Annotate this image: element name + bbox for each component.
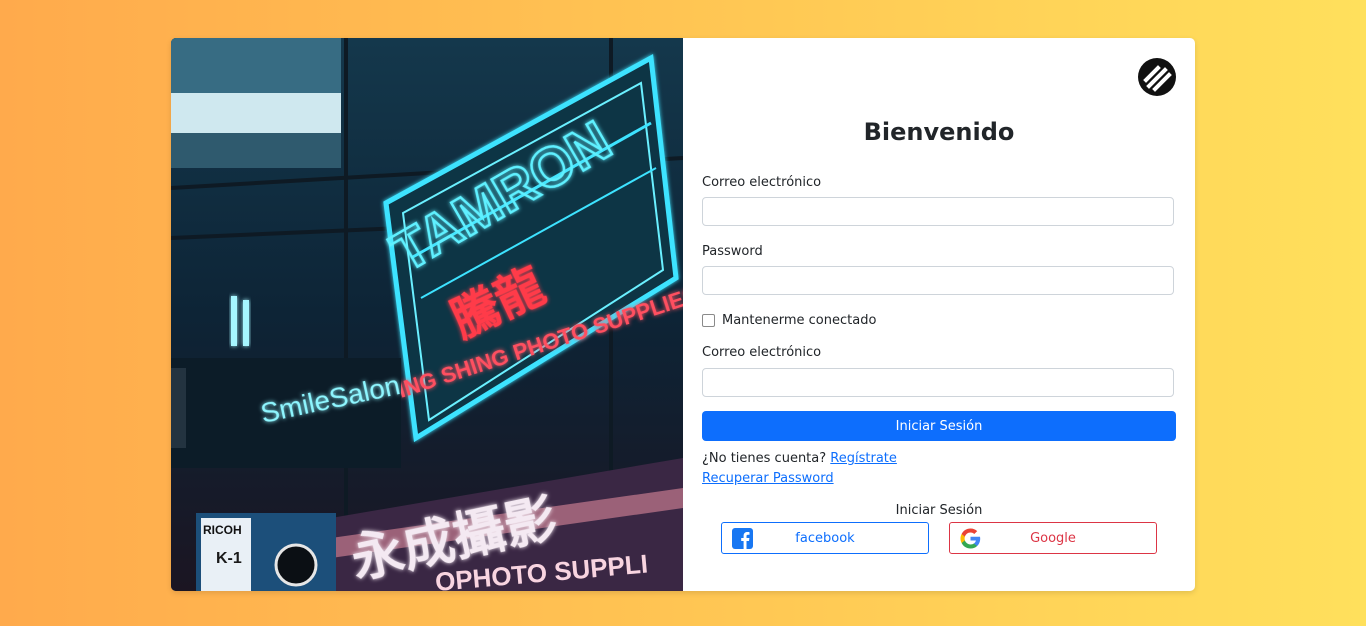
login-form: Bienvenido Correo electrónico Password M… bbox=[683, 38, 1195, 591]
recover-password-link[interactable]: Recuperar Password bbox=[702, 471, 834, 486]
sign-ricoh: RICOH bbox=[203, 523, 242, 537]
hero-image: TAMRON 騰龍 ING SHING PHOTO SUPPLIES Smile… bbox=[171, 38, 683, 591]
password-field[interactable] bbox=[702, 266, 1174, 295]
facebook-icon bbox=[732, 527, 753, 549]
facebook-label: facebook bbox=[795, 530, 855, 546]
page-title: Bienvenido bbox=[863, 118, 1015, 146]
email-label: Correo electrónico bbox=[702, 175, 822, 190]
register-link[interactable]: Regístrate bbox=[830, 451, 897, 466]
remember-label: Mantenerme conectado bbox=[722, 313, 877, 328]
remember-checkbox[interactable] bbox=[702, 314, 715, 327]
google-icon bbox=[960, 528, 981, 548]
google-login-button[interactable]: Google bbox=[949, 522, 1157, 554]
email2-label: Correo electrónico bbox=[702, 345, 822, 360]
brand-logo-icon bbox=[1138, 58, 1176, 96]
facebook-login-button[interactable]: facebook bbox=[721, 522, 929, 554]
sign-k1: K-1 bbox=[216, 550, 242, 567]
login-card: TAMRON 騰龍 ING SHING PHOTO SUPPLIES Smile… bbox=[171, 38, 1195, 591]
neon-sign-illustration: TAMRON 騰龍 ING SHING PHOTO SUPPLIES Smile… bbox=[171, 38, 683, 591]
no-account-label: ¿No tienes cuenta? bbox=[702, 451, 827, 466]
email-field[interactable] bbox=[702, 197, 1174, 226]
password-label: Password bbox=[702, 244, 763, 259]
email2-field[interactable] bbox=[702, 368, 1174, 397]
no-account-text: ¿No tienes cuenta? Regístrate bbox=[702, 451, 897, 466]
google-label: Google bbox=[1030, 530, 1076, 546]
remember-row: Mantenerme conectado bbox=[702, 313, 876, 328]
login-button[interactable]: Iniciar Sesión bbox=[702, 411, 1176, 441]
social-login-label: Iniciar Sesión bbox=[895, 503, 983, 518]
